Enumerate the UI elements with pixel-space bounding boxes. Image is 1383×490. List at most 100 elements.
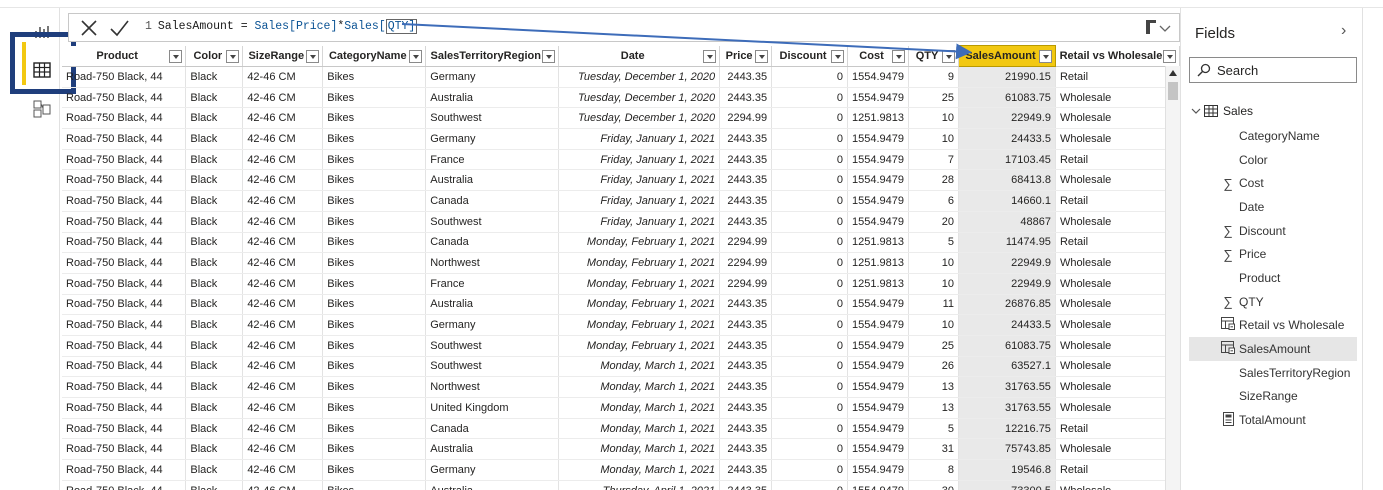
cell-color[interactable]: Black <box>185 314 244 336</box>
table-row[interactable]: Road-750 Black, 44 Black 42-46 CM Bikes Cana… <box>62 418 1180 440</box>
cell-discount[interactable]: 0 <box>771 190 849 212</box>
field-item-date[interactable]: Date <box>1189 195 1357 219</box>
cell-qty[interactable]: 11 <box>908 294 959 316</box>
cell-cost[interactable]: 1554.9479 <box>847 418 910 440</box>
field-item-retail-vs-wholesale[interactable]: Retail vs Wholesale <box>1189 314 1357 338</box>
filter-dropdown-icon[interactable] <box>409 49 423 63</box>
cell-salesterritoryregion[interactable]: Southwest <box>425 335 560 357</box>
cell-discount[interactable]: 0 <box>771 397 849 419</box>
cell-sizerange[interactable]: 42-46 CM <box>242 273 324 295</box>
cell-product[interactable]: Road-750 Black, 44 <box>62 128 187 150</box>
cell-categoryname[interactable]: Bikes <box>322 314 427 336</box>
cell-salesterritoryregion[interactable]: France <box>425 149 560 171</box>
cell-cost[interactable]: 1554.9479 <box>847 190 910 212</box>
cell-date[interactable]: Monday, February 1, 2021 <box>558 335 721 357</box>
cell-discount[interactable]: 0 <box>771 480 849 490</box>
cell-date[interactable]: Monday, March 1, 2021 <box>558 356 721 378</box>
cell-qty[interactable]: 7 <box>908 149 959 171</box>
cell-retail-vs-wholesale[interactable]: Wholesale <box>1055 480 1180 490</box>
filter-dropdown-icon[interactable] <box>892 49 906 63</box>
cell-product[interactable]: Road-750 Black, 44 <box>62 66 187 88</box>
cell-color[interactable]: Black <box>185 335 244 357</box>
cell-qty[interactable]: 13 <box>908 397 959 419</box>
cell-price[interactable]: 2443.35 <box>719 480 773 490</box>
cell-product[interactable]: Road-750 Black, 44 <box>62 190 187 212</box>
cell-price[interactable]: 2443.35 <box>719 438 773 461</box>
cell-date[interactable]: Friday, January 1, 2021 <box>558 211 721 233</box>
cell-discount[interactable]: 0 <box>771 314 849 336</box>
column-header-retail-vs-wholesale[interactable]: Retail vs Wholesale <box>1055 45 1180 67</box>
cell-color[interactable]: Black <box>185 397 244 419</box>
cell-categoryname[interactable]: Bikes <box>322 211 427 233</box>
cell-cost[interactable]: 1554.9479 <box>847 294 910 316</box>
cell-salesamount[interactable]: 21990.15 <box>958 66 1056 88</box>
cell-salesamount[interactable]: 12216.75 <box>958 418 1056 440</box>
cell-categoryname[interactable]: Bikes <box>322 149 427 171</box>
cell-salesterritoryregion[interactable]: Canada <box>425 190 560 212</box>
cell-product[interactable]: Road-750 Black, 44 <box>62 335 187 357</box>
chevron-down-icon[interactable] <box>1191 106 1201 116</box>
cell-salesterritoryregion[interactable]: Southwest <box>425 356 560 378</box>
fields-search-input[interactable]: Search <box>1189 57 1357 83</box>
cell-cost[interactable]: 1554.9479 <box>847 149 910 171</box>
cell-product[interactable]: Road-750 Black, 44 <box>62 294 187 316</box>
cell-qty[interactable]: 5 <box>908 418 959 440</box>
cell-cost[interactable]: 1251.9813 <box>847 273 910 295</box>
cell-categoryname[interactable]: Bikes <box>322 190 427 212</box>
cell-retail-vs-wholesale[interactable]: Retail <box>1055 459 1180 481</box>
cell-price[interactable]: 2443.35 <box>719 190 773 212</box>
filter-dropdown-icon[interactable] <box>169 49 183 63</box>
field-item-totalamount[interactable]: TotalAmount <box>1189 408 1357 432</box>
column-header-color[interactable]: Color <box>185 45 244 67</box>
cell-salesterritoryregion[interactable]: Australia <box>425 438 560 461</box>
table-row[interactable]: Road-750 Black, 44Black42-46 CMBikesAust… <box>62 438 1180 461</box>
cell-color[interactable]: Black <box>185 376 244 398</box>
cell-sizerange[interactable]: 42-46 CM <box>242 438 324 461</box>
cell-color[interactable]: Black <box>185 252 244 274</box>
column-header-discount[interactable]: Discount <box>771 45 849 67</box>
cell-retail-vs-wholesale[interactable]: Retail <box>1055 149 1180 171</box>
table-row[interactable]: Road-750 Black, 44 Black 42-46 CM Bikes Cana… <box>62 190 1180 212</box>
cell-color[interactable]: Black <box>185 107 244 130</box>
table-row[interactable]: Road-750 Black, 44 Black 42-46 CM Bikes Germ… <box>62 128 1180 150</box>
cell-discount[interactable]: 0 <box>771 356 849 378</box>
cell-discount[interactable]: 0 <box>771 273 849 295</box>
cell-product[interactable]: Road-750 Black, 44 <box>62 459 187 481</box>
column-header-categoryname[interactable]: CategoryName <box>322 45 427 67</box>
cell-salesterritoryregion[interactable]: United Kingdom <box>425 397 560 419</box>
cell-price[interactable]: 2443.35 <box>719 376 773 398</box>
cell-date[interactable]: Friday, January 1, 2021 <box>558 190 721 212</box>
table-row[interactable]: Road-750 Black, 44Black42-46 CMBikesAust… <box>62 169 1180 192</box>
cell-color[interactable]: Black <box>185 87 244 109</box>
cell-sizerange[interactable]: 42-46 CM <box>242 169 324 192</box>
cell-color[interactable]: Black <box>185 459 244 481</box>
column-header-salesamount[interactable]: SalesAmount <box>957 45 1056 67</box>
table-row[interactable]: Road-750 Black, 44 Black 42-46 CM Bikes Unit… <box>62 397 1180 419</box>
formula-bar[interactable]: 1 SalesAmount = Sales[Price]*Sales[QTY] <box>68 13 1180 42</box>
cell-qty[interactable]: 25 <box>908 335 959 357</box>
filter-dropdown-icon[interactable] <box>1163 49 1176 63</box>
cell-cost[interactable]: 1554.9479 <box>847 438 910 461</box>
cell-salesterritoryregion[interactable]: Northwest <box>425 376 560 398</box>
cell-price[interactable]: 2294.99 <box>719 232 773 254</box>
cell-retail-vs-wholesale[interactable]: Wholesale <box>1055 397 1180 419</box>
cell-date[interactable]: Monday, February 1, 2021 <box>558 273 721 295</box>
cell-date[interactable]: Tuesday, December 1, 2020 <box>558 107 721 130</box>
cell-categoryname[interactable]: Bikes <box>322 294 427 316</box>
cell-retail-vs-wholesale[interactable]: Wholesale <box>1055 438 1180 461</box>
cell-salesterritoryregion[interactable]: France <box>425 273 560 295</box>
scroll-thumb[interactable] <box>1168 82 1178 100</box>
cell-cost[interactable]: 1554.9479 <box>847 376 910 398</box>
cell-categoryname[interactable]: Bikes <box>322 438 427 461</box>
cell-color[interactable]: Black <box>185 211 244 233</box>
cell-qty[interactable]: 13 <box>908 376 959 398</box>
cell-categoryname[interactable]: Bikes <box>322 418 427 440</box>
cell-salesamount[interactable]: 14660.1 <box>958 190 1056 212</box>
cell-cost[interactable]: 1554.9479 <box>847 211 910 233</box>
cell-salesamount[interactable]: 48867 <box>958 211 1056 233</box>
cell-salesamount[interactable]: 61083.75 <box>958 87 1056 109</box>
data-grid[interactable]: Product Color SizeRange CategoryName SalesTe… <box>62 45 1180 490</box>
cell-salesterritoryregion[interactable]: Canada <box>425 232 560 254</box>
cell-sizerange[interactable]: 42-46 CM <box>242 480 324 490</box>
cell-color[interactable]: Black <box>185 438 244 461</box>
